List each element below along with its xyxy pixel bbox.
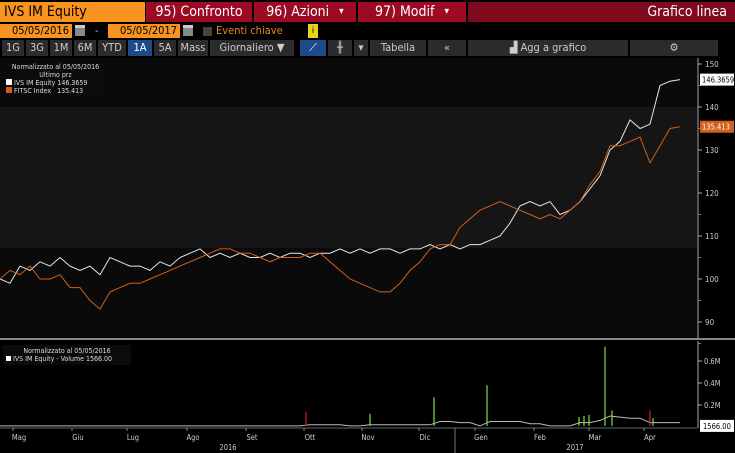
month-label: Giu	[72, 433, 83, 442]
toolbar: 1G 3G 1M 6M YTD 1A 5A Mass Giornaliero ▼…	[2, 40, 720, 56]
volume-legend-title: Normalizzato al 05/05/2016	[23, 347, 111, 355]
volume-line	[0, 415, 680, 427]
y-tick-label: 120	[705, 189, 719, 198]
month-label: Set	[246, 433, 257, 442]
chart-canvas: 90100110120130140150 146.3659135.413 0.2…	[0, 58, 735, 453]
actions-label: 96) Azioni	[266, 4, 330, 20]
ticker-field[interactable]: IVS IM Equity	[0, 2, 145, 22]
period-ytd[interactable]: YTD	[98, 40, 126, 56]
candlestick-icon[interactable]: ╫	[328, 40, 352, 56]
period-1g[interactable]: 1G	[2, 40, 24, 56]
volume-legend: Normalizzato al 05/05/2016 IVS IM Equity…	[3, 345, 131, 365]
y-tick-label: 150	[705, 60, 719, 69]
month-label: Gen	[474, 433, 488, 442]
table-button[interactable]: Tabella	[370, 40, 426, 56]
date-separator: -	[95, 24, 99, 37]
month-label: Nov	[361, 433, 374, 442]
legend-name: FITSC Index	[14, 87, 52, 95]
modify-label: 97) Modif	[375, 4, 435, 20]
y-tick-label: 110	[705, 232, 719, 241]
period-max[interactable]: Mass	[178, 40, 208, 56]
vol-last-label: 1566.00	[703, 422, 731, 431]
month-label: Mag	[12, 433, 26, 442]
events-label: Eventi chiave	[216, 24, 283, 37]
frequency-select[interactable]: Giornaliero ▼	[210, 40, 294, 56]
info-icon[interactable]: i	[308, 24, 318, 38]
period-1a[interactable]: 1A	[128, 40, 152, 56]
legend-value: 135.413	[57, 87, 84, 95]
add-to-chart-button[interactable]: ▟ Agg a grafico	[468, 40, 628, 56]
legend-name: IVS IM Equity	[14, 79, 56, 87]
chevron-down-icon: ▾	[339, 6, 344, 17]
calendar-icon[interactable]	[75, 25, 85, 36]
month-label: Lug	[127, 433, 139, 442]
chart-style-dropdown[interactable]: ▾	[354, 40, 368, 56]
last-value-label: 146.3659	[702, 76, 734, 85]
main-legend: Normalizzato al 05/05/2016 Ultimo prz IV…	[3, 61, 108, 97]
month-label: Feb	[534, 433, 546, 442]
legend-value: 146.3659	[57, 79, 88, 87]
year-label: 2016	[219, 443, 236, 452]
legend-title: Normalizzato al 05/05/2016	[11, 63, 100, 71]
legend-item-ftsc[interactable]: FITSC Index 135.413	[6, 87, 105, 95]
start-date-input[interactable]: 05/05/2016	[0, 24, 72, 38]
month-label: Dic	[420, 433, 431, 442]
compare-button[interactable]: 95) Confronto	[146, 2, 252, 22]
vol-tick-label: 0.2M	[704, 401, 721, 410]
month-label: Ago	[186, 433, 199, 442]
month-label: Mar	[589, 433, 602, 442]
last-value-label: 135.413	[702, 123, 730, 132]
month-label: Ott	[305, 433, 316, 442]
legend-item-ivs[interactable]: IVS IM Equity 146.3659	[6, 79, 105, 87]
events-checkbox[interactable]	[203, 27, 212, 36]
vol-tick-label: 0.4M	[704, 379, 721, 388]
chart-type-title: Grafico linea	[468, 2, 735, 22]
legend-subtitle: Ultimo prz	[39, 71, 72, 79]
y-tick-label: 100	[705, 275, 719, 284]
compare-label: 95) Confronto	[155, 4, 243, 20]
y-tick-label: 130	[705, 146, 719, 155]
period-6m[interactable]: 6M	[74, 40, 96, 56]
line-chart-icon[interactable]: ⟋	[300, 40, 326, 56]
modify-menu[interactable]: 97) Modif ▾	[358, 2, 466, 22]
period-3g[interactable]: 3G	[26, 40, 48, 56]
calendar-icon[interactable]	[183, 25, 193, 36]
volume-legend-item[interactable]: IVS IM Equity - Volume 1566.00	[6, 355, 128, 363]
bar-chart-icon: ▟	[509, 41, 521, 54]
actions-menu[interactable]: 96) Azioni ▾	[254, 2, 356, 22]
add-to-chart-label: Agg a grafico	[520, 41, 587, 54]
end-date-input[interactable]: 05/05/2017	[108, 24, 180, 38]
plot-band	[0, 107, 697, 248]
chevron-down-icon: ▾	[444, 6, 449, 17]
collapse-button[interactable]: «	[428, 40, 466, 56]
period-1m[interactable]: 1M	[50, 40, 72, 56]
year-label: 2017	[566, 443, 583, 452]
month-label: Apr	[644, 433, 656, 442]
volume-legend-label: IVS IM Equity - Volume 1566.00	[13, 355, 113, 363]
y-tick-label: 90	[705, 318, 715, 327]
period-5a[interactable]: 5A	[154, 40, 176, 56]
y-tick-label: 140	[705, 103, 719, 112]
vol-tick-label: 0.6M	[704, 357, 721, 366]
settings-gear-icon[interactable]: ⚙	[630, 40, 718, 56]
